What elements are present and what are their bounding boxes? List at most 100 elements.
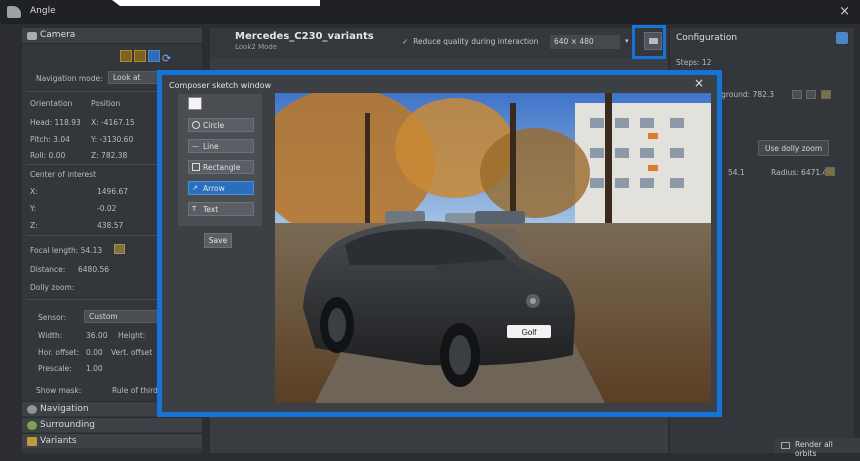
tool-palette: Circle — Line Rectangle ↗ Arrow T Text — [178, 94, 262, 226]
circle-tool[interactable]: Circle — [188, 118, 254, 132]
hor-offset-value: 0.00 — [86, 348, 103, 357]
config-value: 54.1 — [728, 168, 745, 177]
variant-mode: Look2 Mode — [235, 43, 278, 51]
prescale-value: 1.00 — [86, 364, 103, 373]
navigation-section-label: Navigation — [40, 404, 89, 414]
dolly-zoom-label: Dolly zoom: — [30, 283, 75, 292]
sensor-height-label: Height: — [118, 331, 146, 340]
variant-header: Mercedes_C230_variants Look2 Mode ✓ Redu… — [210, 28, 668, 58]
text-icon: T — [192, 205, 197, 213]
rule-of-thirds-label: Rule of thirds — [112, 386, 162, 395]
variant-title: Mercedes_C230_variants — [235, 31, 374, 42]
camera-header-label: Camera — [40, 30, 76, 40]
pitch-value: Pitch: 3.04 — [30, 135, 70, 144]
hor-offset-label: Hor. offset: — [38, 348, 80, 357]
position-x-value: X: -4167.15 — [91, 118, 135, 127]
position-z-value: Z: 782.38 — [91, 151, 128, 160]
close-icon[interactable]: × — [839, 4, 850, 19]
position-label: Position — [91, 99, 121, 108]
composer-sketch-window: Composer sketch window × Circle — Line R… — [157, 70, 722, 417]
camera-icon — [27, 32, 37, 40]
position-y-value: Y: -3130.60 — [91, 135, 134, 144]
variants-icon — [27, 437, 37, 446]
navigation-mode-label: Navigation mode: — [36, 74, 103, 83]
resolution-select[interactable]: 640 × 480 — [550, 35, 620, 49]
sensor-width-label: Width: — [38, 331, 63, 340]
picture-icon[interactable] — [148, 50, 160, 62]
coi-x-value: 1496.67 — [97, 187, 129, 196]
prescale-label: Prescale: — [38, 364, 72, 373]
decorative-notch — [112, 0, 320, 6]
sensor-label: Sensor: — [38, 313, 67, 322]
window-title: Angle — [30, 6, 56, 16]
prev-icon[interactable] — [792, 90, 802, 99]
render-all-orbits-button[interactable]: Render all orbits — [775, 438, 860, 458]
surrounding-section-label: Surrounding — [40, 420, 96, 430]
render-icon — [781, 442, 790, 449]
lens-icon[interactable] — [114, 244, 125, 254]
reduce-quality-label: Reduce quality during interaction — [413, 37, 539, 46]
save-icon[interactable] — [836, 32, 848, 44]
coi-z-label: Z: — [30, 221, 38, 230]
sketch-save-button[interactable]: Save — [204, 233, 232, 248]
variants-section[interactable]: Variants — [22, 433, 202, 448]
ground-value: n ground: 782.3 — [714, 90, 775, 99]
highlight-box — [632, 25, 666, 59]
car-render-image: Golf — [275, 93, 711, 403]
text-tool[interactable]: T Text — [188, 202, 254, 216]
rectangle-tool[interactable]: Rectangle — [188, 160, 254, 174]
line-tool[interactable]: — Line — [188, 139, 254, 153]
coi-y-label: Y: — [30, 204, 37, 213]
copy-icon[interactable] — [134, 50, 146, 62]
line-icon: — — [192, 142, 199, 150]
sensor-select[interactable]: Custom — [84, 310, 164, 323]
line-tool-label: Line — [203, 142, 219, 151]
render-all-label: Render all orbits — [795, 440, 833, 458]
rectangle-tool-label: Rectangle — [203, 163, 241, 172]
color-swatch[interactable] — [188, 97, 202, 110]
camera-toolbar: ⟳ — [120, 50, 176, 65]
configuration-header: Configuration — [676, 33, 738, 43]
coi-y-value: -0.02 — [97, 204, 117, 213]
chevron-down-icon[interactable]: ▾ — [625, 37, 629, 45]
rectangle-icon — [192, 163, 200, 171]
coi-z-value: 438.57 — [97, 221, 124, 230]
next-icon[interactable] — [806, 90, 816, 99]
distance-label: Distance: — [30, 265, 66, 274]
circle-icon — [192, 121, 200, 129]
steps-value: Steps: 12 — [676, 58, 712, 67]
app-icon — [7, 6, 21, 18]
radius-value: Radius: 6471.4 — [771, 168, 828, 177]
focal-length-value: Focal length: 54.13 — [30, 246, 103, 255]
distance-value: 6480.56 — [78, 265, 110, 274]
street-scene: Golf — [275, 93, 711, 403]
license-plate-text: Golf — [522, 328, 537, 337]
camera-section-header[interactable]: Camera — [22, 28, 202, 44]
coi-x-label: X: — [30, 187, 38, 196]
sketch-close-icon[interactable]: × — [694, 76, 704, 90]
navigation-icon — [27, 405, 37, 414]
frame-icon[interactable] — [120, 50, 132, 62]
reduce-quality-checkbox[interactable]: ✓ Reduce quality during interaction — [402, 37, 538, 46]
show-mask-label: Show mask: — [36, 386, 82, 395]
sketch-window-title: Composer sketch window — [169, 81, 272, 90]
head-value: Head: 118.93 — [30, 118, 81, 127]
variants-section-label: Variants — [40, 436, 77, 446]
vert-offset-label: Vert. offset — [111, 348, 153, 357]
orientation-label: Orientation — [30, 99, 73, 108]
arrow-tool-label: Arrow — [203, 184, 225, 193]
refresh-icon[interactable]: ⟳ — [162, 52, 174, 65]
arrow-tool[interactable]: ↗ Arrow — [188, 181, 254, 195]
radius-pick-icon[interactable] — [825, 167, 835, 176]
roll-value: Roll: 0.00 — [30, 151, 66, 160]
arrow-icon: ↗ — [192, 184, 198, 192]
surrounding-icon — [27, 421, 37, 430]
text-tool-label: Text — [203, 205, 219, 214]
use-dolly-zoom-button[interactable]: Use dolly zoom — [758, 140, 830, 156]
center-of-interest-label: Center of interest — [30, 170, 97, 179]
title-bar: Angle × — [0, 0, 860, 24]
sensor-width-value: 36.00 — [86, 331, 108, 340]
pick-icon[interactable] — [821, 90, 831, 99]
circle-tool-label: Circle — [203, 121, 225, 130]
surrounding-section[interactable]: Surrounding — [22, 417, 202, 432]
